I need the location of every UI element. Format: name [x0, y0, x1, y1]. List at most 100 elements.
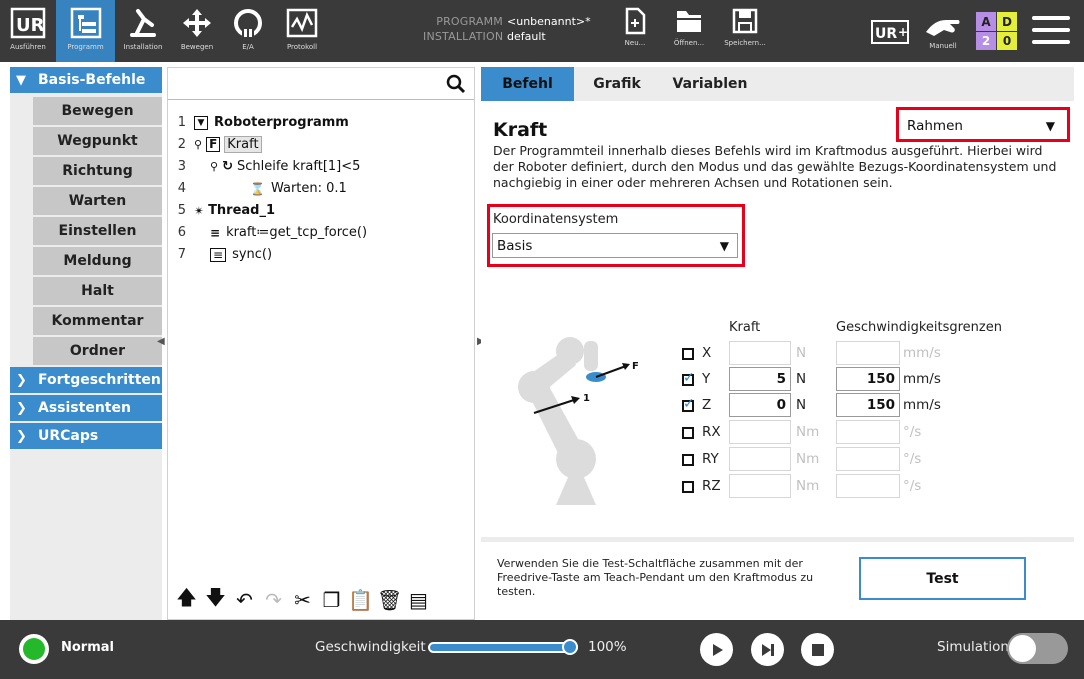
- cut-icon[interactable]: ✂: [290, 588, 315, 613]
- nav-collapse-handle-icon[interactable]: ◀: [157, 336, 165, 350]
- speed-slider[interactable]: [428, 639, 578, 655]
- tab-befehl[interactable]: Befehl: [481, 67, 574, 101]
- move-down-icon[interactable]: 🡇: [203, 585, 228, 613]
- move-icon: [183, 9, 211, 37]
- tree-node-text: sync(): [232, 247, 273, 262]
- mode-select[interactable]: Rahmen ▼: [903, 114, 1063, 137]
- axis-rz-force-unit: Nm: [796, 478, 820, 494]
- command-content: Kraft Rahmen ▼ Der Programmteil innerhal…: [481, 101, 1074, 537]
- save-button[interactable]: Speichern...: [718, 0, 772, 62]
- test-button[interactable]: Test: [859, 557, 1026, 600]
- nav-item-bewegen[interactable]: Bewegen: [33, 97, 162, 125]
- status-text: Normal: [61, 640, 114, 655]
- tree-row-selected[interactable]: 2 ⚲ F Kraft: [168, 134, 474, 155]
- axis-rz-label: RZ: [702, 478, 721, 494]
- axis-x-checkbox[interactable]: [682, 348, 694, 360]
- copy-icon[interactable]: ❐: [319, 588, 344, 613]
- nav-item-ordner[interactable]: Ordner: [33, 337, 162, 365]
- axis-rx-checkbox[interactable]: [682, 427, 694, 439]
- tree-row[interactable]: 7 ≡ sync(): [168, 244, 474, 265]
- mode-button[interactable]: Manuell: [918, 0, 968, 62]
- open-folder-icon: [677, 11, 701, 32]
- axis-rx-force-input[interactable]: [729, 420, 791, 444]
- chevron-down-icon: ▼: [16, 72, 26, 88]
- nav-item-einstellen[interactable]: Einstellen: [33, 217, 162, 245]
- axis-ry-force-input[interactable]: [729, 447, 791, 471]
- status-indicator-icon[interactable]: [19, 634, 49, 664]
- search-icon[interactable]: [446, 74, 466, 94]
- axis-y-force-input[interactable]: 5: [729, 367, 791, 391]
- program-info: PROGRAMM <unbenannt>* INSTALLATION default: [423, 14, 591, 44]
- search-input[interactable]: [172, 72, 440, 96]
- step-button[interactable]: [751, 633, 784, 666]
- stop-button[interactable]: [801, 633, 834, 666]
- move-up-icon[interactable]: 🡅: [174, 585, 199, 613]
- tree-row[interactable]: 3 ⚲ ↻ Schleife kraft[1]<5: [168, 156, 474, 177]
- tree-search: [168, 68, 474, 100]
- undo-icon[interactable]: ↶: [232, 588, 257, 613]
- axis-y-speed-input[interactable]: 150: [836, 367, 900, 391]
- suppress-icon[interactable]: ▤: [406, 588, 431, 613]
- axis-z-force-input[interactable]: 0: [729, 393, 791, 417]
- nav-item-halt[interactable]: Halt: [33, 277, 162, 305]
- axis-z-checkbox[interactable]: [682, 396, 695, 412]
- top-bar: UR Ausführen Programm Installation Beweg…: [0, 0, 1084, 62]
- delete-icon[interactable]: 🗑: [377, 588, 402, 613]
- tree-row[interactable]: 6 ≡ kraft≔get_tcp_force(): [168, 222, 474, 243]
- axis-rz-checkbox[interactable]: [682, 481, 694, 493]
- log-tab[interactable]: Protokoll: [273, 0, 331, 62]
- nav-item-warten[interactable]: Warten: [33, 187, 162, 215]
- axis-rx-speed-input[interactable]: [836, 420, 900, 444]
- io-tab[interactable]: E/A: [223, 0, 273, 62]
- simulation-toggle[interactable]: [1007, 633, 1068, 664]
- simulation-label: Simulation: [937, 639, 1009, 655]
- installation-tab[interactable]: Installation: [115, 0, 171, 62]
- page-title: Kraft: [493, 119, 548, 141]
- nav-item-richtung[interactable]: Richtung: [33, 157, 162, 185]
- axis-x-force-input[interactable]: [729, 341, 791, 365]
- play-button[interactable]: [700, 633, 733, 666]
- speed-slider-handle[interactable]: [562, 639, 578, 655]
- tree-row[interactable]: 4 ⌛ Warten: 0.1: [168, 178, 474, 199]
- new-button-label: Neu...: [624, 39, 646, 47]
- loop-icon: ↻: [222, 159, 233, 174]
- urplus-button[interactable]: UR +: [868, 0, 912, 62]
- nav-assistenten-header[interactable]: ❯ Assistenten: [10, 395, 162, 423]
- ad-badge[interactable]: A D 2 0: [976, 12, 1018, 50]
- paste-icon[interactable]: 📋: [348, 588, 373, 613]
- open-button[interactable]: Öffnen...: [662, 0, 716, 62]
- nav-item-wegpunkt[interactable]: Wegpunkt: [33, 127, 162, 155]
- axis-rz-force-input[interactable]: [729, 474, 791, 498]
- stop-icon: [811, 643, 824, 656]
- run-tab[interactable]: UR Ausführen: [0, 0, 56, 62]
- hamburger-menu-icon[interactable]: [1032, 16, 1070, 46]
- axis-rz-speed-unit: °/s: [903, 478, 922, 494]
- collapse-toggle-icon[interactable]: ▼: [194, 115, 208, 130]
- redo-icon[interactable]: ↷: [261, 588, 286, 613]
- tab-variablen[interactable]: Variablen: [660, 67, 760, 101]
- axis-x-speed-input[interactable]: [836, 341, 900, 365]
- nav-fortgeschritten-header[interactable]: ❯ Fortgeschritten: [10, 367, 162, 395]
- ad-badge-2: 2: [976, 32, 996, 50]
- move-tab[interactable]: Bewegen: [171, 0, 223, 62]
- axis-ry-speed-input[interactable]: [836, 447, 900, 471]
- axis-ry-checkbox[interactable]: [682, 454, 694, 466]
- nav-urcaps-header[interactable]: ❯ URCaps: [10, 423, 162, 451]
- axis-y-checkbox[interactable]: [682, 370, 695, 386]
- nav-item-kommentar[interactable]: Kommentar: [33, 307, 162, 335]
- axis-rz-speed-input[interactable]: [836, 474, 900, 498]
- new-button[interactable]: Neu...: [612, 0, 658, 62]
- program-tab[interactable]: Programm: [56, 0, 115, 62]
- nav-assistenten-label: Assistenten: [38, 400, 131, 416]
- nav-item-meldung[interactable]: Meldung: [33, 247, 162, 275]
- coord-select[interactable]: Basis ▼: [492, 233, 738, 258]
- axis-z-speed-input[interactable]: 150: [836, 393, 900, 417]
- nav-basis-header[interactable]: ▼ Basis-Befehle: [10, 67, 162, 95]
- axis-ry-label: RY: [702, 451, 719, 467]
- tab-grafik[interactable]: Grafik: [574, 67, 660, 101]
- tree-row[interactable]: 1 ▼ Roboterprogramm: [168, 112, 474, 133]
- tree-row[interactable]: 5 ✴ Thread_1: [168, 200, 474, 221]
- coord-label: Koordinatensystem: [493, 212, 619, 227]
- installation-icon: [130, 9, 156, 37]
- test-area: Verwenden Sie die Test-Schaltfläche zusa…: [481, 542, 1074, 620]
